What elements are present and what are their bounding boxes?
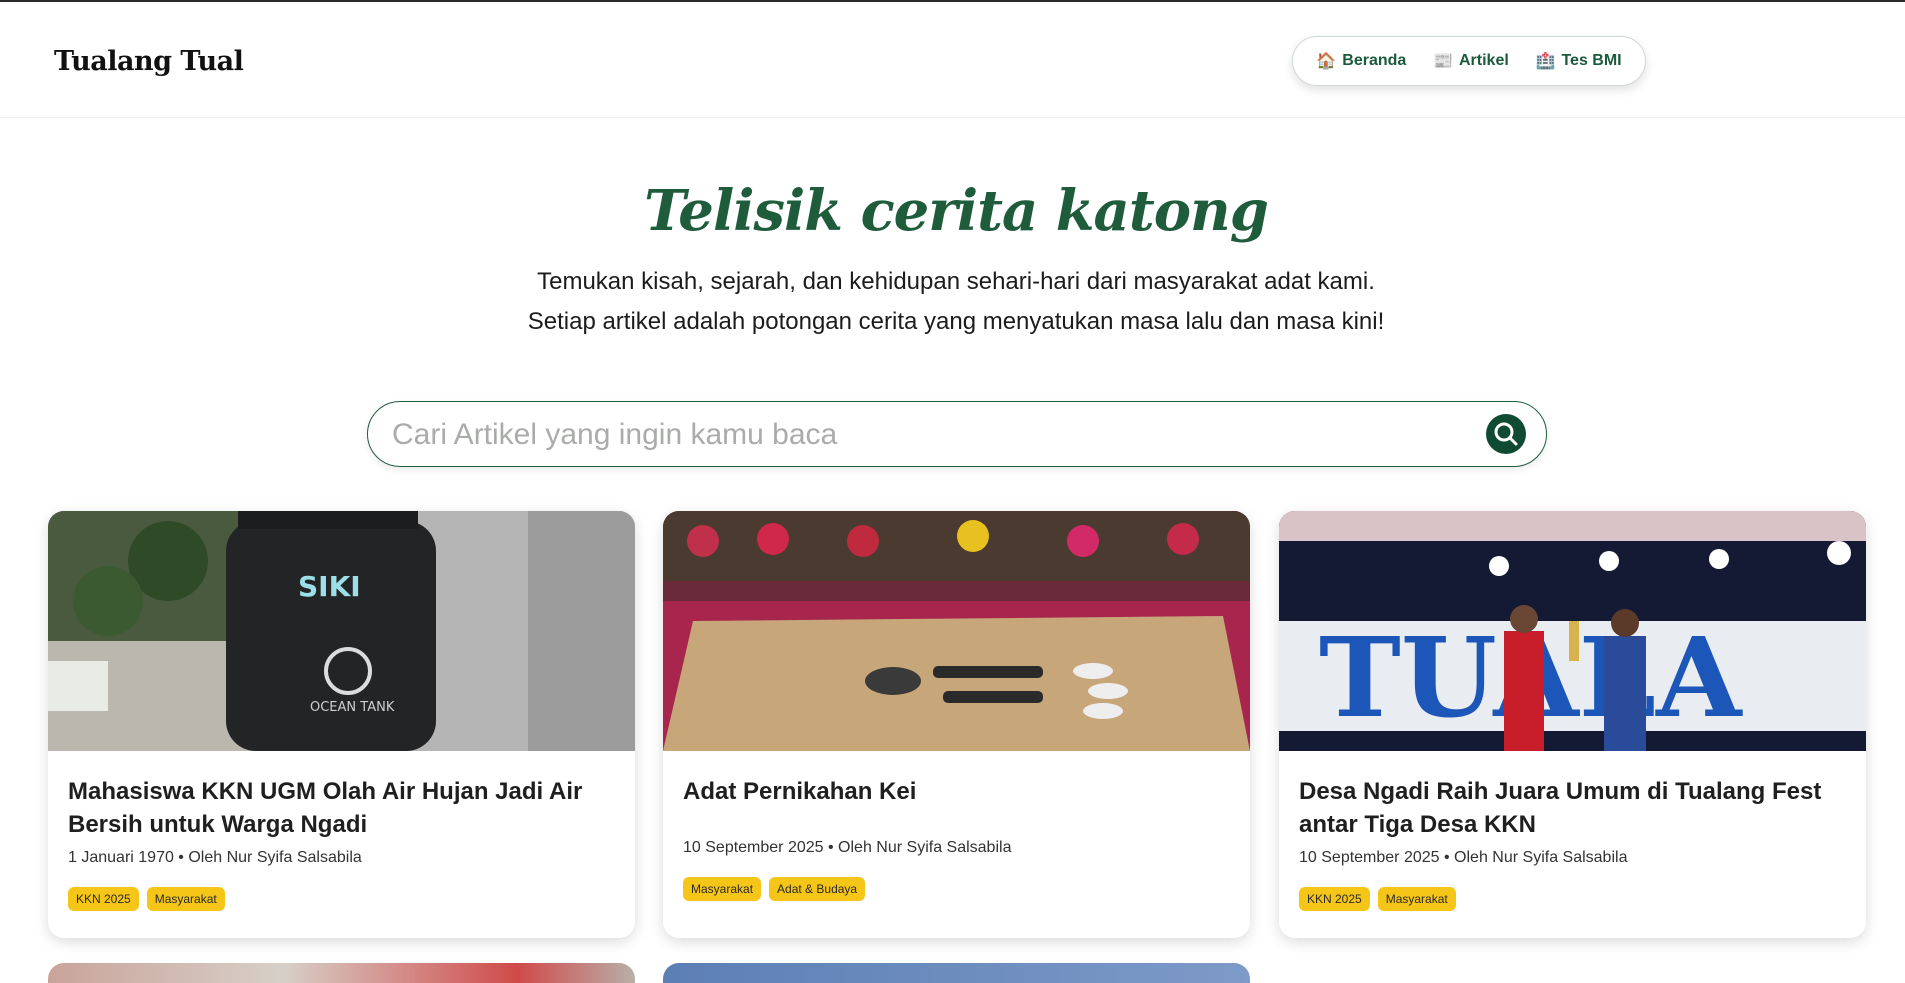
svg-text:SIKI: SIKI: [298, 570, 361, 603]
article-image[interactable]: [663, 511, 1250, 751]
article-tags: Masyarakat Adat & Budaya: [683, 877, 866, 901]
article-card[interactable]: TUALA Desa Ngadi Raih Juara Umum di Tual…: [1279, 511, 1866, 938]
search-button[interactable]: [1486, 414, 1526, 454]
newspaper-icon: 📰: [1433, 53, 1453, 70]
svg-text:OCEAN TANK: OCEAN TANK: [310, 700, 395, 715]
article-image[interactable]: TUALA: [1279, 511, 1866, 751]
site-header: Tualang Tual 🏠 Beranda 📰 Artikel 🏥 Tes B…: [0, 2, 1905, 118]
article-card-peek[interactable]: [48, 963, 635, 983]
tag-badge[interactable]: KKN 2025: [1299, 887, 1370, 911]
nav-label: Tes BMI: [1561, 52, 1622, 69]
logo-text: Tualang Tual: [54, 45, 244, 77]
hospital-icon: 🏥: [1535, 53, 1556, 70]
article-author: Oleh Nur Syifa Salsabila: [1454, 849, 1628, 866]
hero-subtitle-line-1: Temukan kisah, sejarah, dan kehidupan se…: [537, 268, 1375, 295]
article-author: Oleh Nur Syifa Salsabila: [838, 839, 1012, 856]
home-icon: 🏠: [1316, 53, 1337, 70]
article-image[interactable]: SIKI OCEAN TANK: [48, 511, 635, 751]
article-title[interactable]: Adat Pernikahan Kei: [683, 775, 1228, 808]
article-card[interactable]: Adat Pernikahan Kei 10 September 2025 • …: [663, 511, 1250, 938]
article-title[interactable]: Mahasiswa KKN UGM Olah Air Hujan Jadi Ai…: [68, 775, 613, 841]
site-logo[interactable]: Tualang Tual: [54, 36, 244, 86]
hero-subtitle-line-2: Setiap artikel adalah potongan cerita ya…: [527, 308, 1385, 335]
nav-label: Beranda: [1342, 52, 1407, 69]
article-date: 1 Januari 1970: [68, 849, 174, 866]
article-card-peek[interactable]: [663, 963, 1250, 983]
tag-badge[interactable]: Adat & Budaya: [769, 877, 866, 901]
nav-label: Artikel: [1459, 52, 1509, 69]
article-card[interactable]: SIKI OCEAN TANK Mahasiswa KKN UGM Olah A…: [48, 511, 635, 938]
nav-item-artikel[interactable]: 📰 Artikel: [1433, 51, 1509, 71]
article-meta: 1 Januari 1970 • Oleh Nur Syifa Salsabil…: [68, 849, 362, 866]
article-tags: KKN 2025 Masyarakat: [1299, 887, 1456, 911]
article-author: Oleh Nur Syifa Salsabila: [188, 849, 362, 866]
nav-item-beranda[interactable]: 🏠 Beranda: [1316, 51, 1406, 71]
tag-badge[interactable]: Masyarakat: [146, 887, 225, 911]
search-input[interactable]: [390, 412, 1434, 458]
article-date: 10 September 2025: [683, 839, 824, 856]
hero-subtitle: Temukan kisah, sejarah, dan kehidupan se…: [0, 262, 1905, 342]
article-tags: KKN 2025 Masyarakat: [68, 887, 225, 911]
search-icon: [1494, 422, 1518, 446]
article-date: 10 September 2025: [1299, 849, 1440, 866]
tag-badge[interactable]: Masyarakat: [1377, 887, 1456, 911]
tag-badge[interactable]: Masyarakat: [683, 877, 762, 901]
search-bar: [367, 401, 1547, 467]
article-meta: 10 September 2025 • Oleh Nur Syifa Salsa…: [1299, 849, 1628, 866]
nav-item-tes-bmi[interactable]: 🏥 Tes BMI: [1536, 51, 1622, 71]
tag-badge[interactable]: KKN 2025: [68, 887, 139, 911]
article-title[interactable]: Desa Ngadi Raih Juara Umum di Tualang Fe…: [1299, 775, 1844, 841]
main-nav: 🏠 Beranda 📰 Artikel 🏥 Tes BMI: [1292, 36, 1646, 86]
article-meta: 10 September 2025 • Oleh Nur Syifa Salsa…: [683, 839, 1012, 856]
hero-title: Telisik cerita katong: [644, 178, 1269, 244]
